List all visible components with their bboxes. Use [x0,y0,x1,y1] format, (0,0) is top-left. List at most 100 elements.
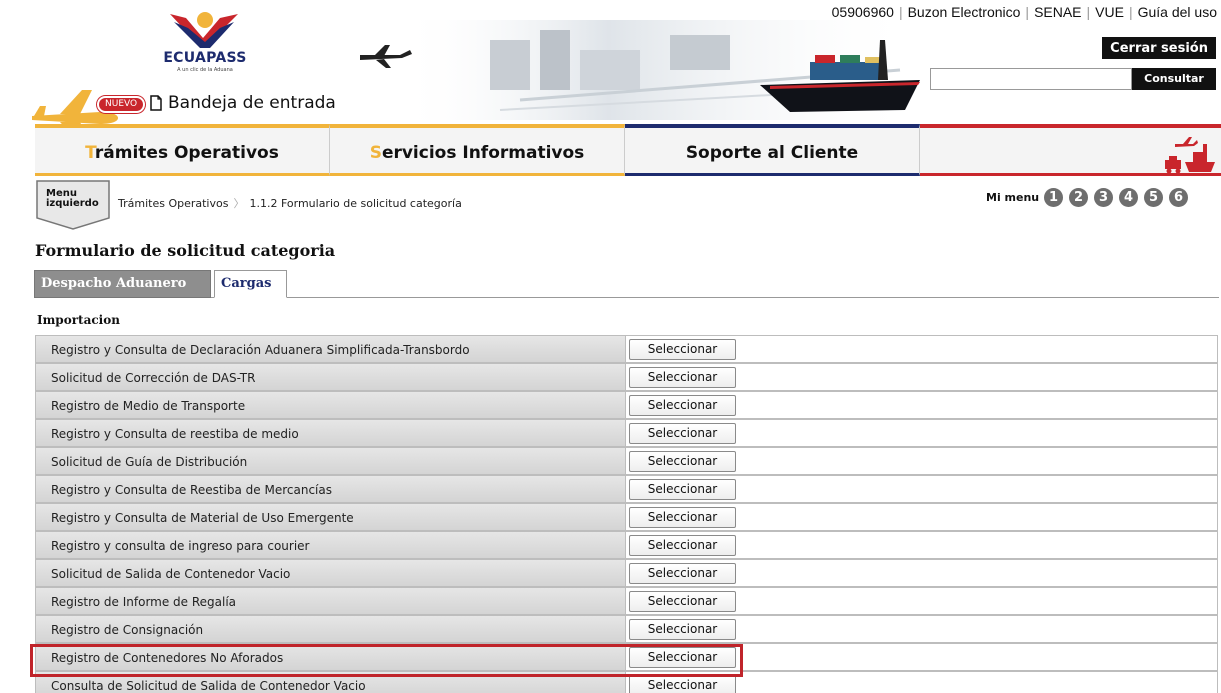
row-label: Registro de Informe de Regalía [35,587,625,615]
breadcrumb-item: 1.1.2 Formulario de solicitud categoría [249,197,462,210]
options-table: Registro y Consulta de Declaración Aduan… [35,335,1218,693]
mi-menu-1-button[interactable]: 1 [1044,188,1063,207]
table-row: Registro y Consulta de reestiba de medio… [35,419,1218,447]
nav-servicios-informativos[interactable]: Servicios Informativos [330,124,625,176]
row-action-cell: Seleccionar [625,615,1218,643]
mi-menu-2-button[interactable]: 2 [1069,188,1088,207]
seleccionar-button[interactable]: Seleccionar [629,619,736,640]
table-row: Solicitud de Salida de Contenedor Vacio S… [35,559,1218,587]
mi-menu-6-button[interactable]: 6 [1169,188,1188,207]
chevron-right-icon: 〉 [233,197,245,210]
table-row: Registro de Consignación Seleccionar [35,615,1218,643]
nav-soporte-al-cliente[interactable]: Soporte al Cliente [625,124,920,176]
logout-button[interactable]: Cerrar sesión [1102,37,1216,59]
row-label: Solicitud de Guía de Distribución [35,447,625,475]
row-label: Registro de Consignación [35,615,625,643]
row-label: Registro y Consulta de Reestiba de Merca… [35,475,625,503]
table-row: Registro y Consulta de Material de Uso E… [35,503,1218,531]
table-row: Solicitud de Guía de Distribución Selecci… [35,447,1218,475]
seleccionar-button[interactable]: Seleccionar [629,675,736,693]
row-action-cell: Seleccionar [625,475,1218,503]
header: ECUAPASS A un clic de la Aduana NUEVO Ba… [0,0,1221,124]
port-banner-image [360,20,920,120]
table-row: Registro y Consulta de Declaración Aduan… [35,335,1218,363]
row-label: Registro y consulta de ingreso para cour… [35,531,625,559]
seleccionar-button[interactable]: Seleccionar [629,507,736,528]
row-action-cell: Seleccionar [625,419,1218,447]
menu-izquierdo-line2: izquierdo [46,198,99,209]
table-row: Consulta de Solicitud de Salida de Conte… [35,671,1218,693]
search-input[interactable] [930,68,1132,90]
table-row: Solicitud de Corrección de DAS-TR Selecci… [35,363,1218,391]
nav-transport-area [920,124,1221,176]
row-action-cell: Seleccionar [625,363,1218,391]
table-row: Registro y consulta de ingreso para cour… [35,531,1218,559]
mi-menu-4-button[interactable]: 4 [1119,188,1138,207]
nav-label: Soporte al Cliente [685,143,859,163]
mi-menu-label: Mi menu [986,191,1040,204]
tab-despacho-aduanero[interactable]: Despacho Aduanero [34,270,211,298]
seleccionar-button[interactable]: Seleccionar [629,535,736,556]
nuevo-badge: NUEVO [97,96,146,113]
guia-del-uso-link[interactable]: Guía del uso [1138,4,1217,20]
inbox-link[interactable]: Bandeja de entrada [168,93,336,113]
row-action-cell: Seleccionar [625,671,1218,693]
row-action-cell: Seleccionar [625,447,1218,475]
row-label: Registro y Consulta de reestiba de medio [35,419,625,447]
page-title: Formulario de solicitud categoria [35,241,336,260]
row-action-cell: Seleccionar [625,531,1218,559]
seleccionar-button[interactable]: Seleccionar [629,423,736,444]
vue-link[interactable]: VUE [1095,4,1124,20]
seleccionar-button[interactable]: Seleccionar [629,479,736,500]
top-links: 05906960 | Buzon Electronico | SENAE | VUE | Guí… [831,4,1217,20]
senae-link[interactable]: SENAE [1034,4,1081,20]
table-row: Registro de Contenedores No Aforados Sele… [35,643,1218,671]
nav-label: ervicios Informativos [381,143,585,163]
row-label: Registro y Consulta de Declaración Aduan… [35,335,625,363]
search-button[interactable]: Consultar [1132,68,1216,90]
table-row: Registro de Informe de Regalía Selecciona… [35,587,1218,615]
logo-text: ECUAPASS [163,50,247,66]
row-label: Solicitud de Corrección de DAS-TR [35,363,625,391]
row-action-cell: Seleccionar [625,335,1218,363]
document-icon [150,95,162,111]
row-action-cell: Seleccionar [625,559,1218,587]
ecuapass-logo-icon[interactable] [150,8,260,86]
table-row: Registro de Medio de Transporte Seleccion… [35,391,1218,419]
table-row: Registro y Consulta de Reestiba de Merca… [35,475,1218,503]
logo-tagline: A un clic de la Aduana [177,67,233,73]
main-nav: Trámites Operativos Servicios Informativ… [0,124,1221,176]
section-heading: Importacion [37,313,120,327]
seleccionar-button[interactable]: Seleccionar [629,395,736,416]
seleccionar-button[interactable]: Seleccionar [629,563,736,584]
tab-cargas[interactable]: Cargas [214,270,287,298]
transport-icon [1165,137,1215,174]
row-label: Registro de Medio de Transporte [35,391,625,419]
row-label: Registro de Contenedores No Aforados [35,643,625,671]
nav-initial: S [369,143,382,163]
breadcrumb-bar: Menu izquierdo Trámites Operativos 〉 1.1.2… [0,176,1221,230]
row-action-cell: Seleccionar [625,503,1218,531]
user-id: 05906960 [831,4,894,20]
nav-initial: T [85,143,95,163]
seleccionar-button[interactable]: Seleccionar [629,339,736,360]
seleccionar-button[interactable]: Seleccionar [629,367,736,388]
nav-label: rámites Operativos [94,143,279,163]
row-label: Solicitud de Salida de Contenedor Vacio [35,559,625,587]
breadcrumb: Trámites Operativos 〉 1.1.2 Formulario de … [118,195,462,211]
buzon-electronico-link[interactable]: Buzon Electronico [908,4,1021,20]
row-label: Consulta de Solicitud de Salida de Conte… [35,671,625,693]
seleccionar-button[interactable]: Seleccionar [629,591,736,612]
mi-menu-5-button[interactable]: 5 [1144,188,1163,207]
row-action-cell: Seleccionar [625,643,1218,671]
row-action-cell: Seleccionar [625,391,1218,419]
row-label: Registro y Consulta de Material de Uso E… [35,503,625,531]
menu-izquierdo-label: Menu izquierdo [46,189,99,209]
breadcrumb-item[interactable]: Trámites Operativos [118,197,228,210]
seleccionar-button[interactable]: Seleccionar [629,451,736,472]
tab-row: Despacho Aduanero Cargas [34,270,1219,298]
nav-tramites-operativos[interactable]: Trámites Operativos [35,124,330,176]
row-action-cell: Seleccionar [625,587,1218,615]
seleccionar-button[interactable]: Seleccionar [629,647,736,668]
mi-menu-3-button[interactable]: 3 [1094,188,1113,207]
